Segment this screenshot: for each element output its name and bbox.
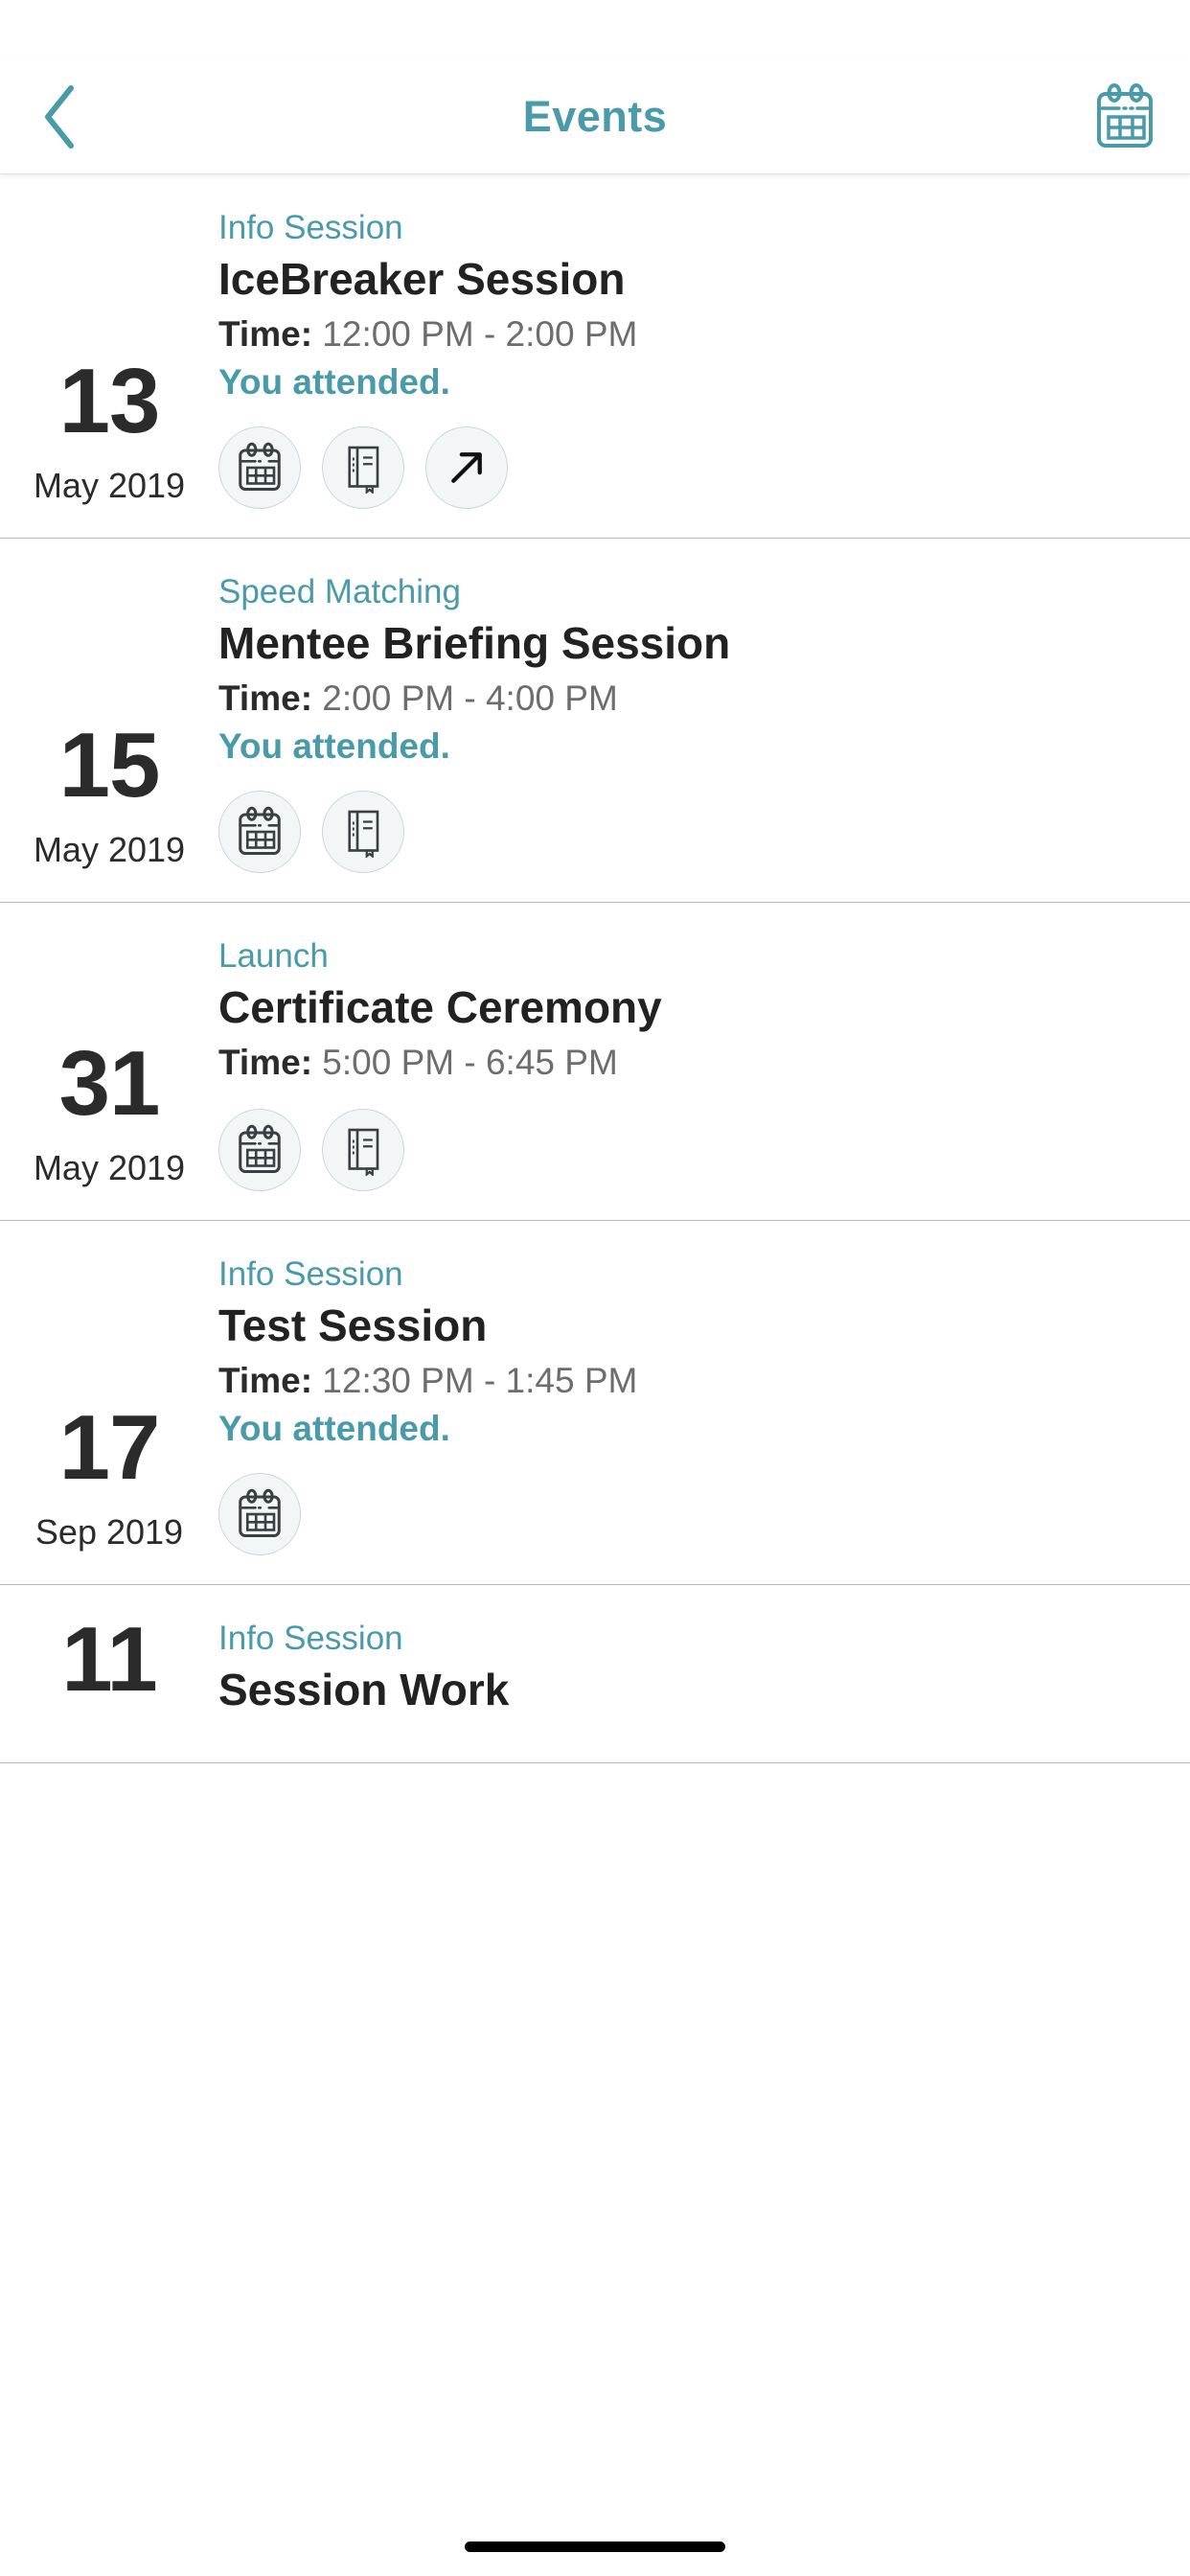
event-category: Info Session [218, 1620, 403, 1658]
time-value: 2:00 PM - 4:00 PM [322, 678, 618, 719]
event-day: 15 [58, 713, 161, 816]
event-time: Time: 12:30 PM - 1:45 PM [218, 1358, 1163, 1404]
calendar-icon [236, 806, 284, 858]
event-date: 13 May 2019 [0, 207, 218, 509]
event-date: 31 May 2019 [0, 935, 218, 1191]
external-link-icon [444, 445, 490, 491]
event-actions [218, 426, 1163, 510]
calendar-icon [236, 1488, 284, 1540]
event-details: Info Session Session Work [218, 1618, 1190, 1733]
attendance-status: You attended. [218, 726, 450, 767]
status-bar [0, 0, 1190, 59]
event-date: 11 [0, 1608, 218, 1733]
event-day: 31 [58, 1031, 161, 1135]
attendance-status: You attended. [218, 1409, 450, 1449]
events-screen: Events 13 May 2019 Info Session IceBreak… [0, 0, 1190, 2576]
time-value: 12:00 PM - 2:00 PM [322, 313, 638, 354]
event-time: Time: 5:00 PM - 6:45 PM [218, 1040, 1163, 1086]
event-category: Speed Matching [218, 573, 461, 611]
event-day: 17 [58, 1396, 161, 1500]
event-actions [218, 1473, 1163, 1556]
event-month-year: Sep 2019 [34, 1512, 184, 1552]
calendar-icon [236, 442, 284, 494]
view-notes-button[interactable] [322, 791, 404, 874]
event-month-year: May 2019 [33, 466, 186, 506]
event-category: Launch [218, 937, 329, 976]
event-date: 15 May 2019 [0, 571, 218, 873]
view-notes-button[interactable] [322, 426, 404, 510]
page-title: Events [522, 91, 668, 141]
event-day: 11 [61, 1608, 157, 1712]
event-actions [218, 791, 1163, 874]
event-title: Session Work [218, 1665, 510, 1715]
event-title: Mentee Briefing Session [218, 617, 731, 668]
event-title: Certificate Ceremony [218, 982, 662, 1032]
notebook-icon [341, 806, 385, 859]
event-date: 17 Sep 2019 [0, 1254, 218, 1555]
events-list[interactable]: 13 May 2019 Info Session IceBreaker Sess… [0, 174, 1190, 2576]
event-row[interactable]: 17 Sep 2019 Info Session Test Session Ti… [0, 1221, 1190, 1586]
event-details: Info Session IceBreaker Session Time: 12… [218, 207, 1190, 510]
event-row[interactable]: 11 Info Session Session Work [0, 1585, 1190, 1763]
event-row[interactable]: 15 May 2019 Speed Matching Mentee Briefi… [0, 539, 1190, 904]
event-category: Info Session [218, 209, 403, 246]
add-to-calendar-button[interactable] [218, 426, 301, 510]
time-label: Time: [218, 1043, 313, 1083]
calendar-view-button[interactable] [1087, 79, 1163, 155]
time-value: 5:00 PM - 6:45 PM [322, 1043, 618, 1083]
attendance-status: You attended. [218, 362, 450, 402]
event-category: Info Session [218, 1255, 403, 1294]
chevron-left-icon [38, 82, 80, 151]
time-value: 12:30 PM - 1:45 PM [322, 1361, 638, 1401]
event-title: Test Session [218, 1300, 488, 1351]
calendar-icon [1093, 82, 1156, 151]
event-day: 13 [58, 349, 161, 452]
nav-header: Events [0, 59, 1190, 174]
add-to-calendar-button[interactable] [218, 1473, 301, 1556]
back-button[interactable] [13, 71, 105, 163]
event-row[interactable]: 13 May 2019 Info Session IceBreaker Sess… [0, 174, 1190, 540]
event-details: Launch Certificate Ceremony Time: 5:00 P… [218, 935, 1190, 1192]
event-actions [218, 1109, 1163, 1192]
time-label: Time: [218, 678, 313, 719]
notebook-icon [341, 442, 385, 494]
open-external-link-button[interactable] [425, 426, 508, 510]
time-label: Time: [218, 1361, 313, 1401]
notebook-icon [341, 1124, 385, 1177]
view-notes-button[interactable] [322, 1109, 404, 1192]
event-row[interactable]: 31 May 2019 Launch Certificate Ceremony … [0, 903, 1190, 1222]
event-month-year: May 2019 [33, 830, 186, 870]
event-time: Time: 2:00 PM - 4:00 PM [218, 676, 1163, 722]
add-to-calendar-button[interactable] [218, 1109, 301, 1192]
event-title: IceBreaker Session [218, 253, 626, 304]
event-details: Info Session Test Session Time: 12:30 PM… [218, 1254, 1190, 1556]
calendar-icon [236, 1124, 284, 1176]
add-to-calendar-button[interactable] [218, 791, 301, 874]
event-details: Speed Matching Mentee Briefing Session T… [218, 571, 1190, 874]
event-time: Time: 12:00 PM - 2:00 PM [218, 311, 1163, 357]
event-month-year: May 2019 [33, 1148, 186, 1188]
time-label: Time: [218, 313, 313, 354]
